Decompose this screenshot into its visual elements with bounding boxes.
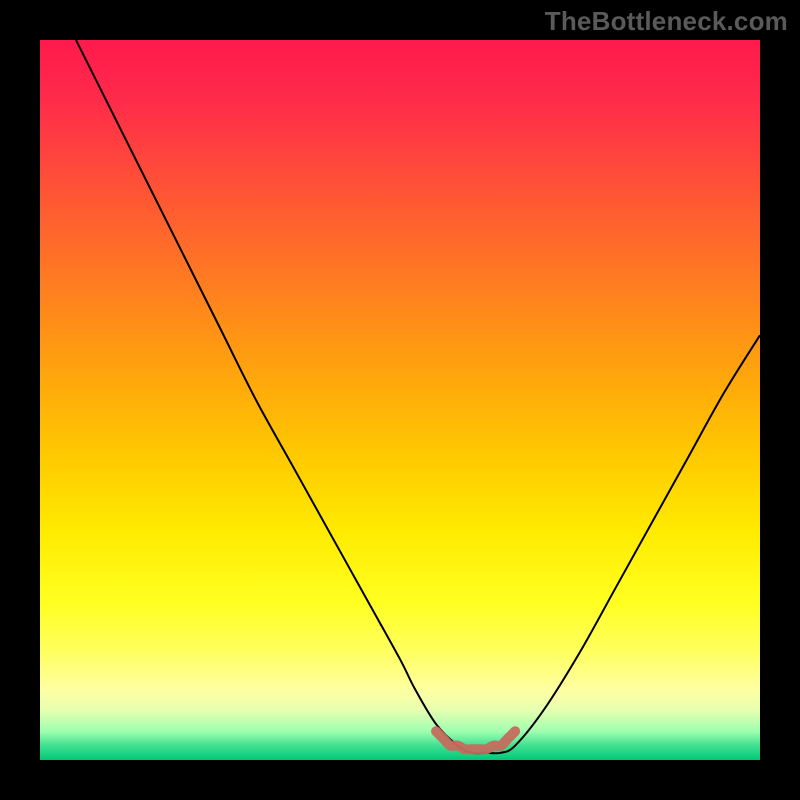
tolerance-band-path (436, 731, 515, 749)
chart-container: TheBottleneck.com (0, 0, 800, 800)
chart-svg (40, 40, 760, 760)
watermark-text: TheBottleneck.com (545, 6, 788, 37)
plot-area (40, 40, 760, 760)
series-group (76, 40, 760, 753)
bottleneck-curve-path (76, 40, 760, 753)
